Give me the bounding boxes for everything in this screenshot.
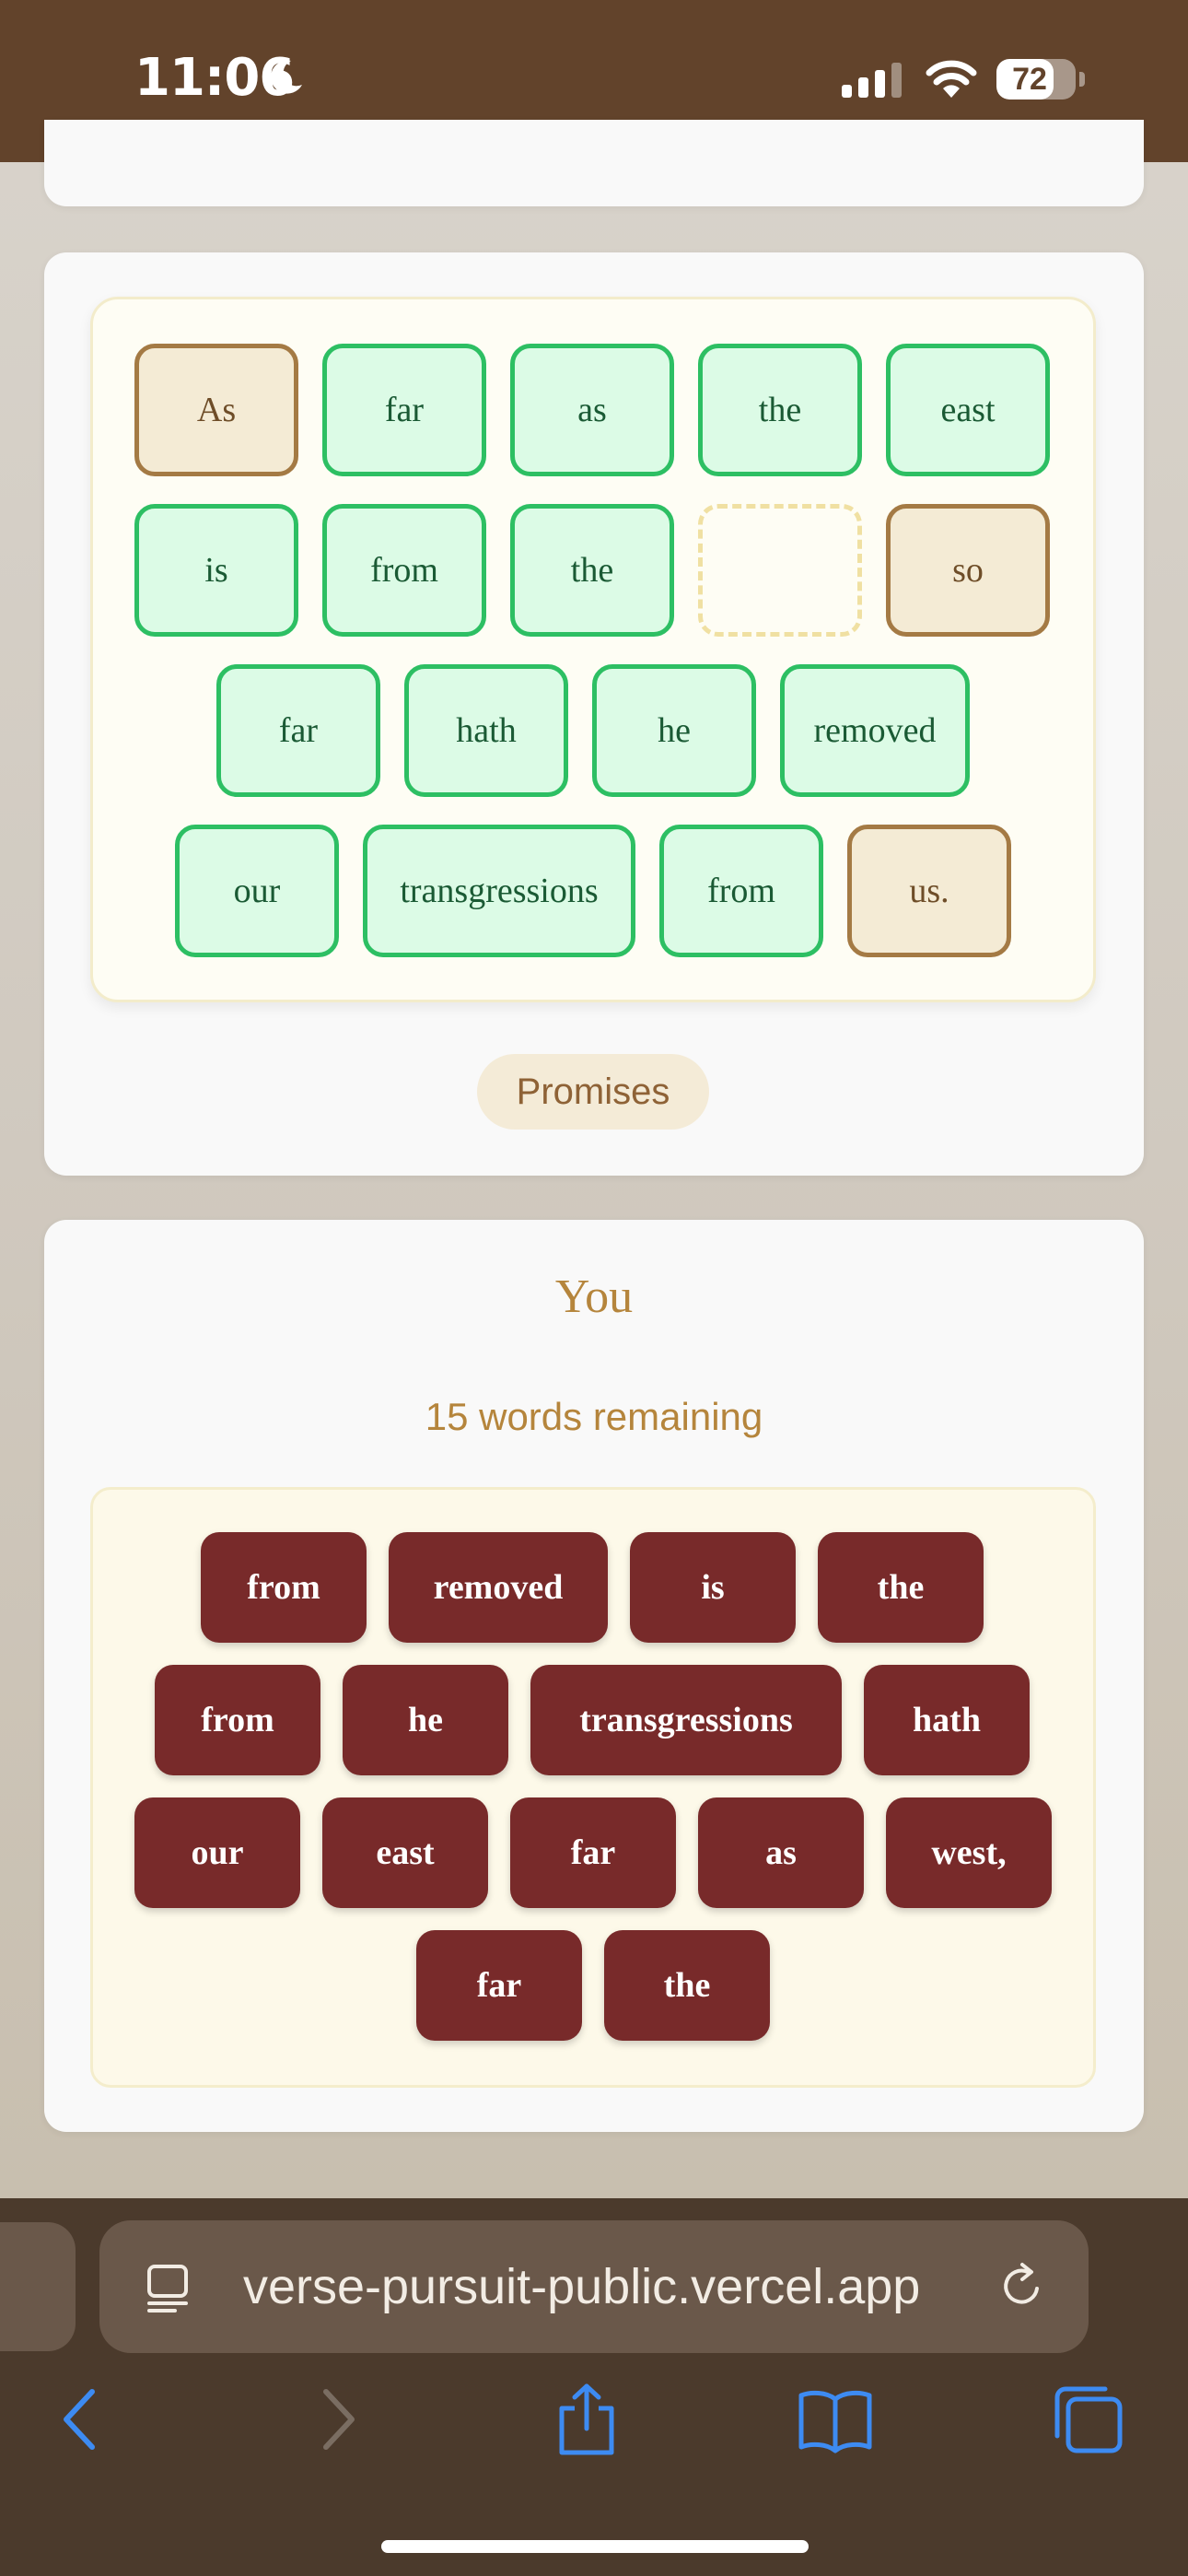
word-tile[interactable]: our — [134, 1797, 300, 1908]
word-tile[interactable]: the — [604, 1930, 770, 2041]
verse-slot[interactable]: from — [659, 825, 823, 957]
previous-card — [44, 120, 1144, 206]
cellular-signal-icon — [842, 63, 902, 98]
moon-icon — [271, 60, 302, 94]
tabs-icon[interactable] — [1050, 2383, 1127, 2456]
verse-slot[interactable]: as — [510, 344, 674, 476]
word-tile[interactable]: from — [201, 1532, 367, 1643]
previous-tab-preview[interactable] — [0, 2222, 76, 2351]
word-tile[interactable]: removed — [389, 1532, 608, 1643]
word-tile[interactable]: is — [630, 1532, 796, 1643]
url-text: verse-pursuit-public.vercel.app — [243, 2259, 921, 2314]
word-tile[interactable]: far — [510, 1797, 676, 1908]
category-chip: Promises — [477, 1054, 709, 1130]
verse-slot[interactable]: the — [510, 504, 674, 637]
verse-slot[interactable]: removed — [780, 664, 970, 797]
share-icon[interactable] — [553, 2383, 621, 2456]
word-tile[interactable]: hath — [864, 1665, 1030, 1775]
verse-board: As far as the east is from the so far ha… — [90, 297, 1096, 1002]
browser-toolbar: verse-pursuit-public.vercel.app — [0, 2198, 1188, 2576]
verse-slot[interactable]: far — [216, 664, 380, 797]
words-remaining-text: 15 words remaining — [425, 1395, 763, 1438]
verse-slot[interactable]: As — [134, 344, 298, 476]
word-tile[interactable]: far — [416, 1930, 582, 2041]
verse-slot[interactable]: hath — [404, 664, 568, 797]
verse-slot[interactable]: us. — [847, 825, 1011, 957]
word-tile[interactable]: as — [698, 1797, 864, 1908]
address-bar[interactable]: verse-pursuit-public.vercel.app — [99, 2220, 1089, 2353]
verse-slot-empty[interactable] — [698, 504, 862, 637]
puzzle-card: As far as the east is from the so far ha… — [44, 252, 1144, 1176]
verse-slot[interactable]: so — [886, 504, 1050, 637]
verse-slot[interactable]: the — [698, 344, 862, 476]
forward-icon[interactable] — [311, 2383, 363, 2456]
word-tile[interactable]: west, — [886, 1797, 1052, 1908]
page-menu-icon[interactable] — [144, 2263, 195, 2314]
battery-icon: 72 — [996, 59, 1076, 100]
reload-icon[interactable] — [996, 2261, 1048, 2313]
battery-level-text: 72 — [1012, 62, 1047, 97]
home-indicator[interactable] — [381, 2540, 809, 2553]
word-tile[interactable]: he — [343, 1665, 508, 1775]
verse-slot[interactable]: our — [175, 825, 339, 957]
verse-slot[interactable]: far — [322, 344, 486, 476]
player-title: You — [554, 1270, 634, 1323]
back-icon[interactable] — [55, 2383, 107, 2456]
word-bank: from removed is the from he transgressio… — [90, 1487, 1096, 2088]
word-tile[interactable]: transgressions — [530, 1665, 842, 1775]
player-card: You 15 words remaining from removed is t… — [44, 1220, 1144, 2132]
verse-slot[interactable]: transgressions — [363, 825, 635, 957]
verse-slot[interactable]: is — [134, 504, 298, 637]
battery-tip — [1079, 72, 1085, 87]
wifi-icon — [926, 60, 977, 98]
bookmarks-icon[interactable] — [796, 2383, 875, 2456]
word-tile[interactable]: east — [322, 1797, 488, 1908]
word-tile[interactable]: the — [818, 1532, 984, 1643]
verse-slot[interactable]: east — [886, 344, 1050, 476]
word-tile[interactable]: from — [155, 1665, 320, 1775]
verse-slot[interactable]: he — [592, 664, 756, 797]
verse-slot[interactable]: from — [322, 504, 486, 637]
